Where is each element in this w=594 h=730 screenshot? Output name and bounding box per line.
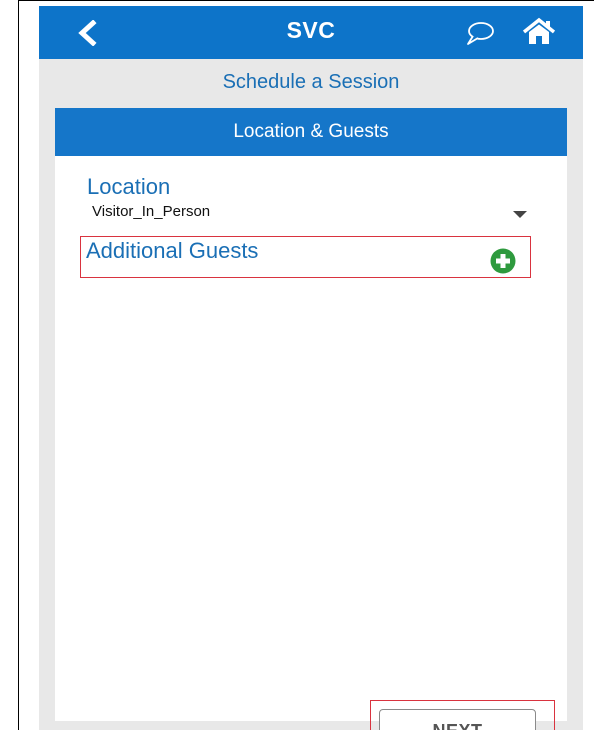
dropdown-caret-icon	[513, 211, 527, 218]
app-title: SVC	[286, 17, 336, 43]
document-frame-top	[18, 0, 594, 1]
app-screen: SVC Schedule a Session Location & Guests…	[39, 6, 583, 730]
location-dropdown[interactable]: Visitor_In_Person	[87, 202, 527, 226]
location-guests-card: Location & Guests Location Visitor_In_Pe…	[55, 108, 567, 730]
add-guest-button[interactable]	[490, 248, 516, 274]
chat-button[interactable]	[463, 18, 497, 48]
plus-circle-icon	[490, 248, 516, 274]
location-label: Location	[87, 174, 171, 199]
chat-bubble-icon	[467, 22, 494, 45]
location-selected-value: Visitor_In_Person	[92, 203, 211, 220]
home-button[interactable]	[521, 16, 557, 48]
document-frame-left	[18, 0, 19, 730]
home-icon	[522, 17, 556, 44]
app-bar: SVC	[39, 6, 583, 59]
additional-guests-label: Additional Guests	[86, 238, 259, 263]
page-subtitle: Schedule a Session	[222, 70, 400, 93]
card-header: Location & Guests	[55, 108, 567, 156]
next-button[interactable]: NEXT	[379, 709, 536, 730]
